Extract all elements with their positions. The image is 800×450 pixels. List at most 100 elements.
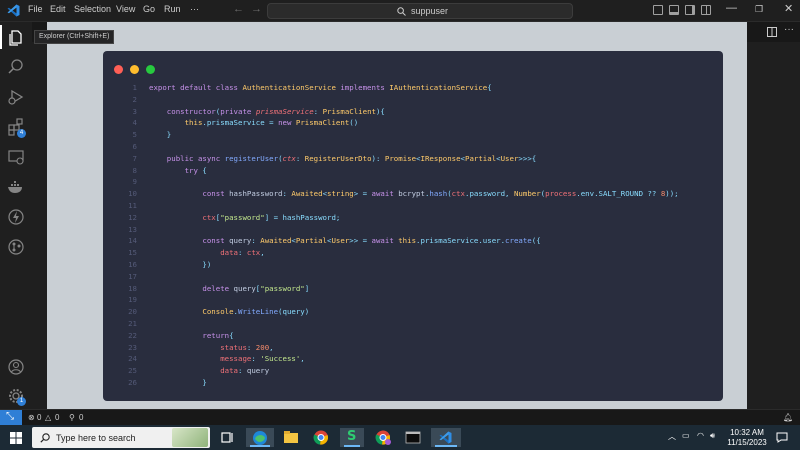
- code-token: Number: [513, 189, 541, 199]
- ports-icon[interactable]: ⚲: [69, 413, 75, 422]
- code-token: return: [149, 330, 230, 340]
- toggle-secondary-sidebar-icon[interactable]: [685, 5, 695, 15]
- menu-more[interactable]: ···: [190, 4, 199, 14]
- search-view-icon[interactable]: [6, 57, 26, 77]
- sourcetree-app-icon[interactable]: S: [340, 428, 364, 447]
- code-token: string: [327, 189, 354, 199]
- extensions-badge: 4: [17, 129, 26, 138]
- code-token: .password,: [465, 189, 514, 199]
- task-view-icon[interactable]: [218, 428, 238, 447]
- code-token: .prismaService.user.: [416, 236, 506, 246]
- edge-app-icon[interactable]: [246, 428, 274, 447]
- code-token: Awaited: [260, 236, 292, 246]
- command-center-search[interactable]: suppuser: [267, 3, 573, 19]
- code-text: data: ctx,: [149, 247, 265, 259]
- close-icon[interactable]: ✕: [784, 2, 793, 15]
- code-token: this: [149, 118, 203, 128]
- edge-logo-icon: [253, 431, 267, 445]
- run-and-debug-icon[interactable]: [6, 87, 26, 107]
- minimize-icon[interactable]: —: [726, 2, 737, 14]
- line-number: 25: [128, 366, 137, 376]
- menu-file[interactable]: File: [28, 4, 43, 14]
- volume-icon[interactable]: 🔊︎: [710, 431, 715, 441]
- ports-count[interactable]: 0: [79, 413, 83, 422]
- terminal-icon[interactable]: [403, 428, 423, 447]
- toggle-primary-sidebar-icon[interactable]: [653, 5, 663, 15]
- code-token: new: [278, 118, 296, 128]
- accounts-icon[interactable]: [6, 357, 26, 377]
- code-text: }): [149, 259, 211, 271]
- docker-icon[interactable]: [6, 177, 26, 197]
- system-clock[interactable]: 10:32 AM 11/15/2023: [722, 428, 772, 448]
- taskbar-search-icon: [40, 433, 50, 443]
- vscode-logo-icon[interactable]: [7, 4, 20, 17]
- menu-edit[interactable]: Edit: [50, 4, 66, 14]
- line-number: 20: [128, 307, 137, 317]
- code-text: data: query: [149, 365, 269, 377]
- menu-run[interactable]: Run: [164, 4, 181, 14]
- line-number: 3: [132, 106, 137, 116]
- notification-center-icon[interactable]: [776, 432, 788, 443]
- warning-icon[interactable]: △: [45, 413, 51, 422]
- remote-icon: ⤡: [6, 411, 14, 422]
- search-label: suppuser: [411, 6, 449, 16]
- code-token: ));: [665, 189, 679, 199]
- code-token: 200: [255, 342, 270, 352]
- code-token: ,: [269, 342, 274, 352]
- code-text: try {: [149, 165, 207, 177]
- menu-go[interactable]: Go: [143, 4, 155, 14]
- wifi-icon[interactable]: ◠: [697, 431, 704, 440]
- vscode-taskbar-icon: [439, 431, 452, 444]
- menu-view[interactable]: View: [116, 4, 135, 14]
- code-token: ]: [304, 283, 310, 293]
- code-block: 1 export default class AuthenticationServ…: [103, 82, 723, 392]
- code-token: const: [149, 236, 230, 246]
- vscode-app-icon[interactable]: [431, 428, 461, 447]
- code-token: >>>{: [518, 153, 537, 163]
- status-bar: ⤡ ⊗ 0 △ 0 ⚲ 0 🔔︎: [0, 409, 800, 426]
- menu-selection[interactable]: Selection: [74, 4, 111, 14]
- code-token: process: [545, 189, 577, 199]
- code-token: (): [349, 118, 359, 128]
- code-token: query: [233, 283, 256, 293]
- sourcetree-active-indicator: [344, 445, 360, 447]
- code-token: this: [398, 236, 417, 246]
- file-explorer-icon[interactable]: [281, 428, 301, 447]
- code-token: public async: [149, 153, 225, 163]
- line-number: 17: [128, 271, 137, 281]
- thunder-client-icon[interactable]: [6, 207, 26, 227]
- battery-icon[interactable]: ▭: [682, 431, 690, 440]
- code-text: message: 'Success',: [149, 353, 305, 365]
- toggle-panel-icon[interactable]: [669, 5, 679, 15]
- code-token: WriteLine: [238, 307, 279, 317]
- forward-arrow-icon[interactable]: →: [251, 3, 262, 15]
- split-editor-icon[interactable]: [767, 27, 777, 37]
- error-icon[interactable]: ⊗: [28, 413, 35, 422]
- problems-count[interactable]: 0: [37, 413, 41, 422]
- line-number: 7: [132, 153, 137, 163]
- code-token: IResponse: [420, 153, 461, 163]
- remote-explorer-icon[interactable]: [6, 147, 26, 167]
- more-actions-icon[interactable]: ···: [784, 24, 794, 35]
- taskbar-search-placeholder: Type here to search: [56, 433, 136, 443]
- line-number: 26: [128, 378, 137, 387]
- code-token: :: [251, 236, 261, 246]
- taskbar-search-box[interactable]: Type here to search: [32, 427, 210, 448]
- windows-start-icon[interactable]: [10, 432, 22, 444]
- chrome-profile-icon[interactable]: [373, 428, 393, 447]
- code-token: .prismaService =: [202, 118, 279, 128]
- explorer-files-icon[interactable]: [6, 27, 26, 47]
- tray-chevron-icon[interactable]: ︿: [668, 431, 676, 442]
- customize-layout-icon[interactable]: [701, 5, 711, 15]
- line-number: 22: [128, 330, 137, 340]
- code-token: RegisterUserDto: [304, 153, 372, 163]
- restore-icon[interactable]: ❐: [755, 4, 763, 15]
- back-arrow-icon[interactable]: ←: [233, 3, 244, 15]
- warnings-count[interactable]: 0: [55, 413, 59, 422]
- chrome-icon[interactable]: [311, 428, 331, 447]
- git-lens-icon[interactable]: [6, 237, 26, 257]
- notifications-bell-icon[interactable]: 🔔︎: [783, 413, 793, 422]
- code-token: create: [505, 236, 532, 246]
- vscode-active-indicator: [435, 445, 457, 447]
- remote-indicator-button[interactable]: ⤡: [0, 410, 22, 426]
